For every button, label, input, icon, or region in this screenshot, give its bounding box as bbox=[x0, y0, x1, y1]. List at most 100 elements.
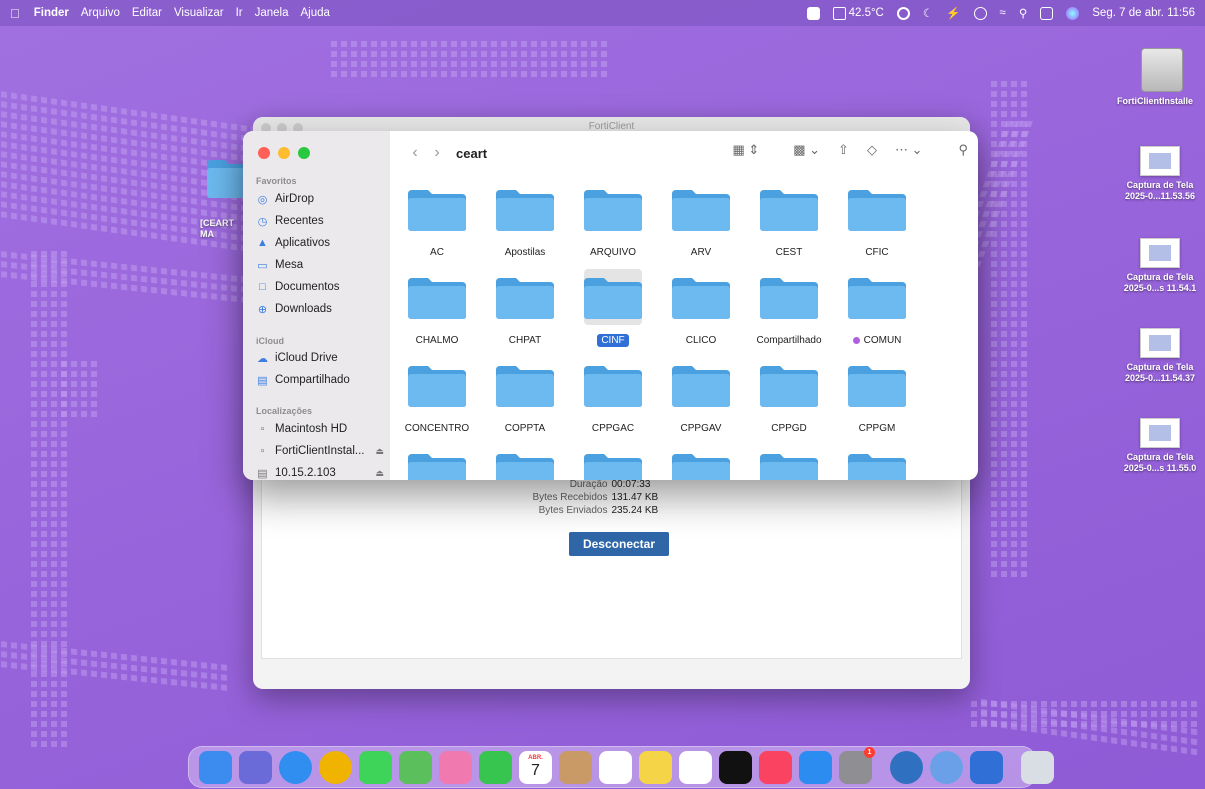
more-actions-icon[interactable]: ⋯ ⌄ bbox=[895, 142, 923, 158]
folder-item[interactable]: AC bbox=[393, 181, 481, 258]
share-icon[interactable]: ⇧ bbox=[838, 142, 849, 158]
desktop-item-screenshot-2[interactable]: Captura de Tela 2025-0...s 11.54.1 bbox=[1115, 238, 1205, 294]
folder-item[interactable] bbox=[745, 445, 833, 480]
disconnect-button[interactable]: Desconectar bbox=[569, 532, 669, 556]
folder-item[interactable]: CLICO bbox=[657, 269, 745, 346]
dock-notes-icon[interactable] bbox=[639, 750, 672, 784]
folder-item[interactable]: CHPAT bbox=[481, 269, 569, 346]
sidebar-item-aplicativos[interactable]: ▲ Aplicativos bbox=[256, 233, 384, 253]
folder-item[interactable]: COMUN bbox=[833, 269, 921, 346]
folder-item[interactable]: CPPGAV bbox=[657, 357, 745, 434]
temperature-icon[interactable]: 42.5°C bbox=[832, 6, 884, 20]
folder-item[interactable]: Compartilhado bbox=[745, 269, 833, 346]
menu-ajuda[interactable]: Ajuda bbox=[301, 7, 330, 19]
dock-contacts-icon[interactable] bbox=[559, 750, 592, 784]
dock-forticlient-icon[interactable] bbox=[890, 750, 923, 784]
spotlight-icon[interactable]: ⚲ bbox=[1019, 6, 1027, 20]
desktop-item-screenshot-1[interactable]: Captura de Tela 2025-0...11.53.56 bbox=[1115, 146, 1205, 202]
user-icon[interactable] bbox=[973, 6, 987, 20]
sidebar-item-network-share[interactable]: ▤ 10.15.2.103 ⏏ bbox=[256, 463, 384, 480]
dock-photos-icon[interactable] bbox=[439, 750, 472, 784]
dock-tv-icon[interactable] bbox=[719, 750, 752, 784]
folder-item[interactable] bbox=[481, 445, 569, 480]
folder-label: CPPGAC bbox=[591, 423, 635, 434]
sidebar-item-forticlient-installer[interactable]: ▫ FortiClientInstal... ⏏ bbox=[256, 441, 384, 461]
minimize-button[interactable] bbox=[278, 147, 290, 159]
focus-moon-icon[interactable]: ☾ bbox=[923, 6, 933, 20]
drive-icon bbox=[1141, 48, 1183, 92]
folder-item[interactable]: CPPGAC bbox=[569, 357, 657, 434]
eject-icon[interactable]: ⏏ bbox=[375, 468, 384, 479]
clock-datetime[interactable]: Seg. 7 de abr. 11:56 bbox=[1092, 7, 1195, 19]
folder-item[interactable]: CINF bbox=[569, 269, 657, 347]
sidebar-item-airdrop[interactable]: ◎ AirDrop bbox=[256, 189, 384, 209]
eject-icon[interactable]: ⏏ bbox=[375, 446, 384, 457]
folder-item[interactable]: ARQUIVO bbox=[569, 181, 657, 258]
close-button[interactable] bbox=[258, 147, 270, 159]
menu-janela[interactable]: Janela bbox=[255, 7, 289, 19]
desktop-item-screenshot-4[interactable]: Captura de Tela 2025-0...s 11.55.0 bbox=[1115, 418, 1205, 474]
sidebar-item-mesa[interactable]: ▭ Mesa bbox=[256, 255, 384, 275]
menu-app-finder[interactable]: Finder bbox=[34, 7, 69, 19]
dock-music-icon[interactable] bbox=[759, 750, 792, 784]
creative-cloud-icon[interactable] bbox=[896, 6, 910, 20]
dock-launchpad-icon[interactable] bbox=[239, 750, 272, 784]
folder-item[interactable]: COPPTA bbox=[481, 357, 569, 434]
dock-system-settings-icon[interactable]: 1 bbox=[839, 746, 875, 784]
dock-freeform-icon[interactable] bbox=[679, 750, 712, 784]
folder-item[interactable]: Apostilas bbox=[481, 181, 569, 258]
sidebar-item-documentos[interactable]: □ Documentos bbox=[256, 277, 384, 297]
dock-finder-icon[interactable] bbox=[199, 750, 232, 784]
dock-messages-icon[interactable] bbox=[359, 750, 392, 784]
back-chevron-icon[interactable]: ‹ bbox=[404, 142, 426, 164]
dock-vpn-shield-icon[interactable] bbox=[970, 750, 1003, 784]
folder-item[interactable] bbox=[657, 445, 745, 480]
dock-calendar-icon[interactable]: ABR. 7 bbox=[519, 750, 552, 784]
folder-label: AC bbox=[430, 247, 444, 258]
folder-item[interactable]: CPPGM bbox=[833, 357, 921, 434]
dock-reminders-icon[interactable] bbox=[599, 750, 632, 784]
folder-item[interactable]: CPPGD bbox=[745, 357, 833, 434]
menu-ir[interactable]: Ir bbox=[236, 7, 243, 19]
dock-trash-icon[interactable] bbox=[1021, 750, 1054, 784]
search-icon[interactable]: ⚲ bbox=[958, 142, 968, 158]
desktop-item-forticlient-installer[interactable]: FortiClientInstalle bbox=[1117, 48, 1205, 107]
vpn-status-icon[interactable] bbox=[806, 6, 820, 20]
sidebar-item-downloads[interactable]: ⊕ Downloads bbox=[256, 299, 384, 319]
sidebar-item-recentes[interactable]: ◷ Recentes bbox=[256, 211, 384, 231]
menu-editar[interactable]: Editar bbox=[132, 7, 162, 19]
battery-icon[interactable]: ⚡ bbox=[946, 6, 960, 20]
folder-item[interactable]: CHALMO bbox=[393, 269, 481, 346]
sidebar-item-icloud-drive[interactable]: ☁ iCloud Drive bbox=[256, 348, 384, 368]
menu-arquivo[interactable]: Arquivo bbox=[81, 7, 120, 19]
dock-other-app-icon[interactable] bbox=[930, 750, 963, 784]
apple-menu-icon[interactable]:  bbox=[10, 6, 20, 21]
group-by-icon[interactable]: ▩ ⌄ bbox=[793, 142, 820, 158]
folder-icon bbox=[584, 454, 642, 480]
dock-app-store-icon[interactable] bbox=[799, 750, 832, 784]
desktop-item-screenshot-3[interactable]: Captura de Tela 2025-0...11.54.37 bbox=[1115, 328, 1205, 384]
dock-chrome-icon[interactable] bbox=[319, 750, 352, 784]
dock-safari-icon[interactable] bbox=[279, 750, 312, 784]
sidebar-item-compartilhado[interactable]: ▤ Compartilhado bbox=[256, 370, 384, 390]
siri-icon[interactable] bbox=[1066, 6, 1080, 20]
sidebar-item-macintosh-hd[interactable]: ▫ Macintosh HD bbox=[256, 419, 384, 439]
zoom-button[interactable] bbox=[298, 147, 310, 159]
folder-icon-wrap bbox=[760, 269, 818, 325]
forward-chevron-icon[interactable]: › bbox=[426, 142, 448, 164]
folder-item[interactable]: CFIC bbox=[833, 181, 921, 258]
folder-item[interactable] bbox=[833, 445, 921, 480]
folder-icon-wrap bbox=[848, 357, 906, 413]
folder-item[interactable]: CONCENTRO bbox=[393, 357, 481, 434]
folder-item[interactable] bbox=[393, 445, 481, 480]
dock-facetime-icon[interactable] bbox=[479, 750, 512, 784]
dock-maps-icon[interactable] bbox=[399, 750, 432, 784]
tag-icon[interactable]: ◇ bbox=[867, 142, 877, 158]
folder-item[interactable]: CEST bbox=[745, 181, 833, 258]
control-center-icon[interactable] bbox=[1040, 6, 1054, 20]
view-mode-grid-icon[interactable]: ▦ ⇕ bbox=[732, 142, 759, 158]
wifi-icon[interactable]: ≈ bbox=[1000, 7, 1006, 19]
folder-item[interactable]: ARV bbox=[657, 181, 745, 258]
menu-visualizar[interactable]: Visualizar bbox=[174, 7, 224, 19]
folder-item[interactable] bbox=[569, 445, 657, 480]
